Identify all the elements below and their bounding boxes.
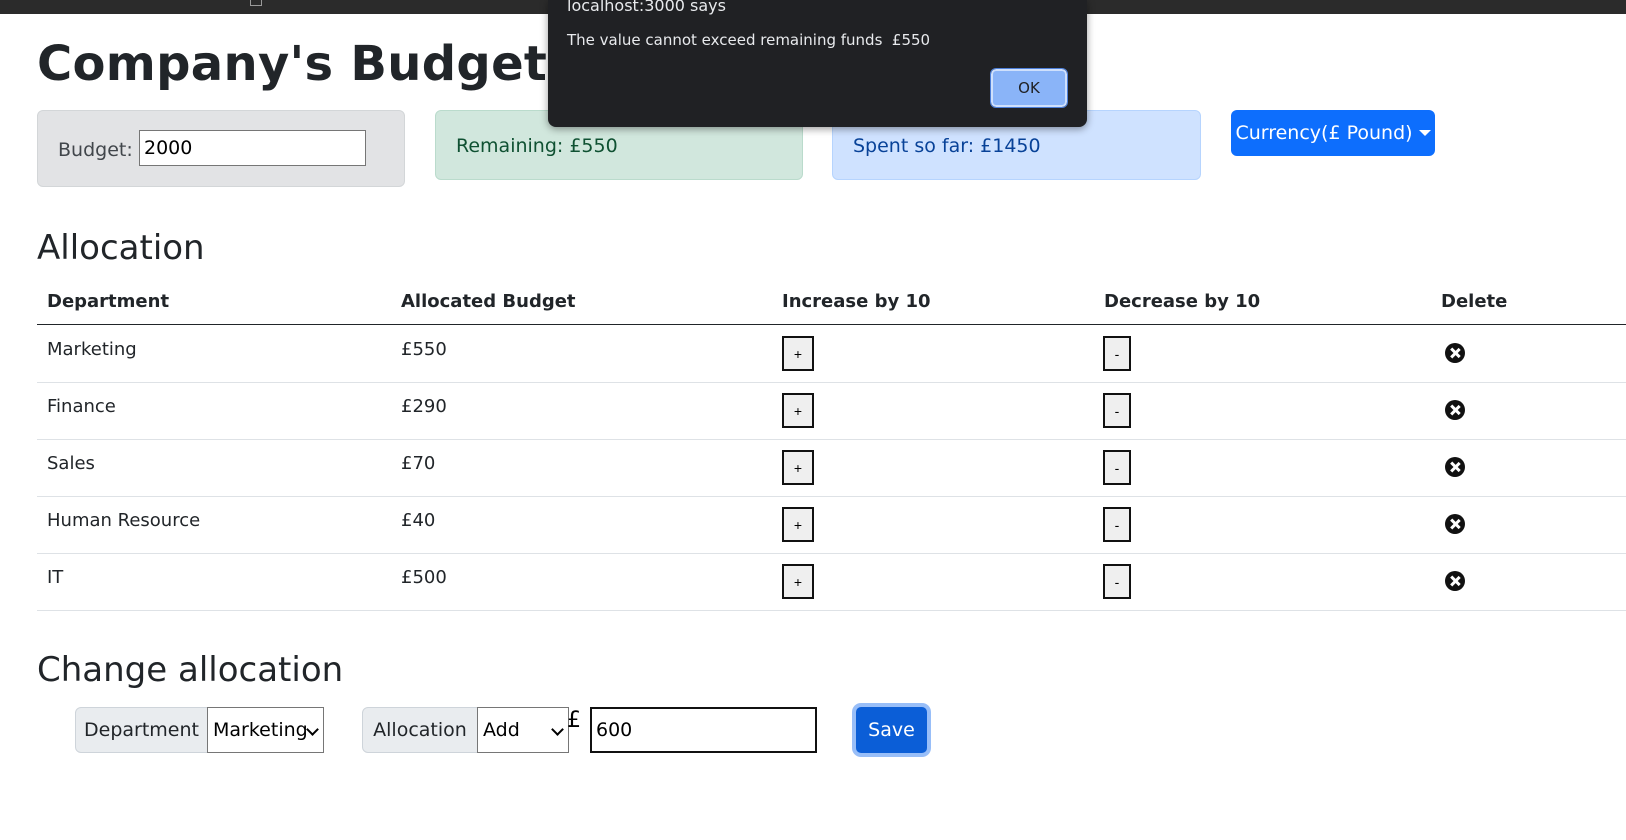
column-header-decrease: Decrease by 10 [1104, 291, 1261, 312]
department-select-value: Marketing [213, 719, 308, 741]
decrease-button[interactable]: - [1103, 564, 1131, 599]
increase-button[interactable]: + [782, 450, 814, 485]
chevron-down-icon [306, 723, 319, 736]
decrease-button[interactable]: - [1103, 336, 1131, 371]
allocation-heading: Allocation [37, 228, 205, 268]
budget-cell: £290 [401, 396, 447, 417]
remaining-text: Remaining: £550 [456, 135, 618, 157]
table-row: Sales £70 + - [37, 439, 1626, 497]
alert-dialog: localhost:3000 says The value cannot exc… [548, 0, 1087, 127]
department-cell: Marketing [47, 339, 137, 360]
increase-button[interactable]: + [782, 336, 814, 371]
increase-button[interactable]: + [782, 393, 814, 428]
budget-card: Budget: £ [37, 110, 405, 187]
increase-button[interactable]: + [782, 507, 814, 542]
ok-button[interactable]: OK [990, 68, 1068, 108]
delete-icon[interactable] [1445, 571, 1465, 591]
caret-down-icon [1418, 130, 1431, 136]
decrease-button[interactable]: - [1103, 450, 1131, 485]
department-cell: Finance [47, 396, 116, 417]
save-button[interactable]: Save [856, 707, 927, 753]
dialog-origin: localhost:3000 says [567, 0, 726, 15]
decrease-button[interactable]: - [1103, 507, 1131, 542]
budget-input[interactable] [139, 130, 366, 166]
budget-cell: £500 [401, 567, 447, 588]
column-header-increase: Increase by 10 [782, 291, 931, 312]
increase-button[interactable]: + [782, 564, 814, 599]
delete-icon[interactable] [1445, 457, 1465, 477]
table-row: Human Resource £40 + - [37, 496, 1626, 554]
allocation-label: Allocation [362, 707, 478, 753]
department-cell: IT [47, 567, 64, 588]
allocation-type-value: Add [483, 719, 520, 741]
budget-cell: £70 [401, 453, 436, 474]
change-allocation-heading: Change allocation [37, 650, 344, 690]
delete-icon[interactable] [1445, 343, 1465, 363]
currency-symbol: £ [567, 708, 581, 733]
column-header-delete: Delete [1441, 291, 1508, 312]
budget-cell: £550 [401, 339, 447, 360]
department-cell: Human Resource [47, 510, 201, 531]
table-row: Marketing £550 + - [37, 325, 1626, 383]
allocation-type-select[interactable]: Add [477, 707, 569, 753]
delete-icon[interactable] [1445, 400, 1465, 420]
spent-text: Spent so far: £1450 [853, 135, 1041, 157]
tab-icon [250, 0, 262, 6]
department-select[interactable]: Marketing [207, 707, 324, 753]
column-header-allocated-budget: Allocated Budget [401, 291, 576, 312]
department-cell: Sales [47, 453, 95, 474]
department-label: Department [75, 707, 208, 753]
dialog-message: The value cannot exceed remaining funds … [567, 31, 931, 49]
currency-dropdown-button[interactable]: Currency(£ Pound) [1231, 110, 1435, 156]
chevron-down-icon [551, 723, 564, 736]
budget-cell: £40 [401, 510, 436, 531]
delete-icon[interactable] [1445, 514, 1465, 534]
table-row: IT £500 + - [37, 553, 1626, 611]
decrease-button[interactable]: - [1103, 393, 1131, 428]
table-row: Finance £290 + - [37, 382, 1626, 440]
currency-label: Currency(£ Pound) [1235, 122, 1413, 144]
amount-input[interactable] [590, 707, 817, 753]
budget-label: Budget: £ [58, 139, 151, 161]
column-header-department: Department [47, 291, 170, 312]
